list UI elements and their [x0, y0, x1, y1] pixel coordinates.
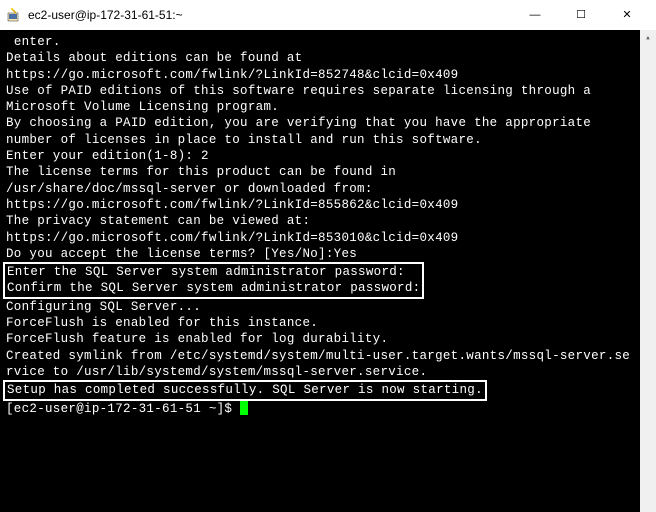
terminal-output: Configuring SQL Server... [6, 299, 650, 315]
shell-prompt: [ec2-user@ip-172-31-61-51 ~]$ [6, 402, 240, 416]
terminal-output: https://go.microsoft.com/fwlink/?LinkId=… [6, 230, 650, 246]
terminal-output: enter. [6, 34, 650, 50]
terminal-output: https://go.microsoft.com/fwlink/?LinkId=… [6, 197, 650, 213]
terminal-output: Do you accept the license terms? [Yes/No… [6, 246, 650, 262]
terminal-output: Use of PAID editions of this software re… [6, 83, 650, 99]
terminal-output: Confirm the SQL Server system administra… [7, 280, 420, 296]
terminal-area[interactable]: enter.Details about editions can be foun… [0, 30, 656, 512]
terminal-output: Details about editions can be found at [6, 50, 650, 66]
cursor [240, 401, 248, 415]
highlighted-password-prompt: Enter the SQL Server system administrato… [3, 262, 424, 299]
terminal-output: https://go.microsoft.com/fwlink/?LinkId=… [6, 67, 650, 83]
maximize-button[interactable]: ☐ [558, 0, 604, 30]
terminal-output: Created symlink from /etc/systemd/system… [6, 348, 650, 364]
minimize-button[interactable]: — [512, 0, 558, 30]
terminal-output: Enter your edition(1-8): 2 [6, 148, 650, 164]
terminal-output: Setup has completed successfully. SQL Se… [7, 383, 483, 397]
terminal-output: ForceFlush feature is enabled for log du… [6, 331, 650, 347]
terminal-output: The license terms for this product can b… [6, 164, 650, 180]
highlighted-setup-complete: Setup has completed successfully. SQL Se… [3, 380, 487, 400]
terminal-output: The privacy statement can be viewed at: [6, 213, 650, 229]
terminal-output: number of licenses in place to install a… [6, 132, 650, 148]
window-controls: — ☐ ✕ [512, 0, 650, 30]
scrollbar[interactable]: ▴ [640, 30, 656, 512]
terminal-output: ForceFlush is enabled for this instance. [6, 315, 650, 331]
window-title: ec2-user@ip-172-31-61-51:~ [28, 8, 512, 22]
terminal-output: /usr/share/doc/mssql-server or downloade… [6, 181, 650, 197]
scroll-up-arrow[interactable]: ▴ [640, 30, 656, 46]
window-titlebar: ec2-user@ip-172-31-61-51:~ — ☐ ✕ [0, 0, 656, 30]
terminal-output: Enter the SQL Server system administrato… [7, 264, 420, 280]
terminal-output: Microsoft Volume Licensing program. [6, 99, 650, 115]
terminal-output: By choosing a PAID edition, you are veri… [6, 115, 650, 131]
close-button[interactable]: ✕ [604, 0, 650, 30]
terminal-output: rvice to /usr/lib/systemd/system/mssql-s… [6, 364, 650, 380]
putty-icon [6, 7, 22, 23]
